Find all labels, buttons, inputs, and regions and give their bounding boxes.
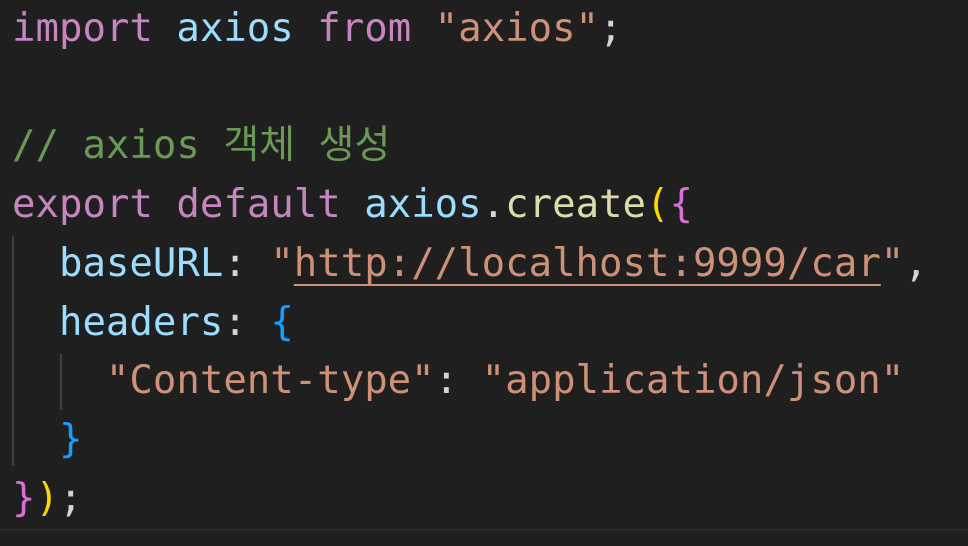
code-editor[interactable]: import axios from "axios"; // axios 객체 생… — [0, 0, 968, 546]
string-quote-close: " — [880, 241, 905, 286]
semicolon: ; — [599, 6, 623, 51]
open-brace-headers: { — [270, 300, 294, 345]
colon: : — [223, 300, 271, 345]
url-link[interactable]: http://localhost:9999/car — [294, 241, 881, 286]
property-baseurl: baseURL — [58, 241, 224, 286]
string-module-name: "axios" — [434, 6, 600, 51]
colon: : — [434, 358, 482, 403]
code-comment: // axios 객체 생성 — [12, 123, 391, 168]
semicolon: ; — [58, 476, 83, 521]
keyword-import: import — [12, 6, 153, 51]
close-paren: ) — [35, 476, 59, 521]
code-line-8: } — [12, 411, 82, 469]
code-line-9: }); — [12, 470, 82, 528]
close-brace: } — [12, 476, 36, 521]
code-line-5: baseURL: "http://localhost:9999/car", — [12, 235, 928, 293]
identifier-axios: axios — [152, 6, 318, 51]
function-create: create — [505, 182, 647, 227]
identifier-axios: axios — [364, 182, 482, 227]
code-line-7: "Content-type": "application/json" — [12, 352, 904, 410]
code-line-3: // axios 객체 생성 — [12, 117, 390, 175]
close-brace-headers: } — [58, 417, 83, 462]
string-header-value: "application/json" — [481, 358, 905, 403]
colon: : — [223, 241, 271, 286]
code-line-6: headers: { — [12, 294, 294, 352]
indent-guide — [12, 236, 14, 466]
open-brace: { — [669, 182, 693, 227]
comma: , — [904, 241, 928, 286]
keyword-export: export — [12, 182, 153, 227]
string-quote-open: " — [270, 241, 294, 286]
open-paren: ( — [646, 182, 670, 227]
editor-divider — [0, 529, 968, 531]
property-headers: headers — [58, 300, 224, 345]
code-line-1: import axios from "axios"; — [12, 0, 623, 58]
indent-guide-nested — [60, 354, 62, 410]
keyword-default: default — [176, 182, 341, 227]
dot-operator: . — [481, 182, 506, 227]
keyword-from: from — [317, 6, 412, 51]
code-line-4: export default axios.create({ — [12, 176, 693, 234]
string-header-key: "Content-type" — [105, 358, 435, 403]
